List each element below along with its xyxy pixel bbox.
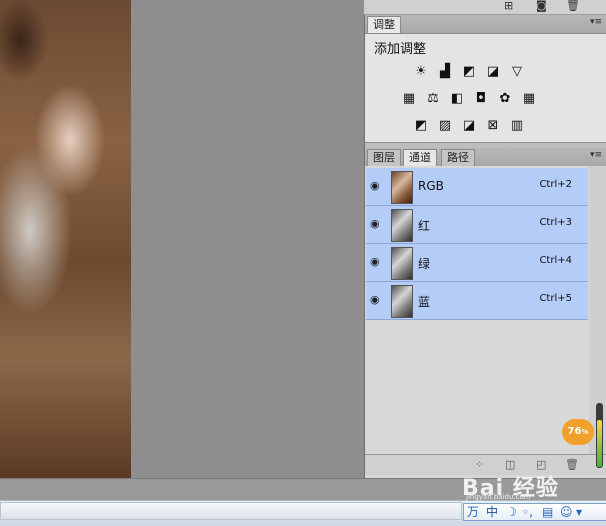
channel-mixer-icon[interactable]: ✿ — [497, 92, 513, 106]
panel-menu-icon[interactable]: ▾≡ — [590, 150, 602, 160]
channel-thumbnail — [391, 171, 413, 204]
tab-adjustments[interactable]: 调整 — [367, 16, 401, 33]
ime-toolbar: 万 中 ☽ ◦, ▤ ☺ ▾ — [463, 503, 606, 521]
performance-badge[interactable]: 76% — [562, 419, 594, 445]
channel-row-rgb[interactable]: ◉ RGB Ctrl+2 — [366, 168, 588, 206]
channel-row-red[interactable]: ◉ 红 Ctrl+3 — [366, 206, 588, 244]
watermark-url: jingyan.baidu.com — [466, 493, 531, 501]
workspace-background — [131, 0, 366, 478]
channel-row-blue[interactable]: ◉ 蓝 Ctrl+5 — [366, 282, 588, 320]
taskbar-field — [0, 502, 462, 520]
brightness-icon[interactable]: ☀ — [413, 65, 429, 79]
layers-panel-footer-strip: ⊞ ◙ 🗑 — [364, 0, 606, 15]
channel-thumbnail — [391, 247, 413, 280]
canvas-image[interactable] — [0, 0, 131, 478]
invert-icon[interactable]: ◩ — [413, 119, 429, 133]
keyboard-icon[interactable]: ▤ — [542, 504, 553, 520]
hue-saturation-icon[interactable]: ▦ — [401, 92, 417, 106]
skin-icon[interactable]: ☺ — [560, 504, 573, 520]
trash-icon[interactable]: 🗑 — [565, 458, 579, 471]
channel-thumbnail — [391, 285, 413, 318]
channel-name: 蓝 — [418, 295, 431, 309]
channel-shortcut: Ctrl+4 — [539, 255, 572, 266]
channel-thumbnail — [391, 209, 413, 242]
moon-icon[interactable]: ☽ — [506, 504, 517, 520]
threshold-icon[interactable]: ◪ — [461, 119, 477, 133]
levels-icon[interactable]: ▟ — [437, 65, 453, 79]
trash-icon[interactable]: 🗑 — [566, 0, 580, 12]
channels-tabbar: 图层 通道 路径 ▾≡ — [365, 148, 606, 167]
selective-color-icon[interactable]: ⊠ — [485, 119, 501, 133]
eye-icon[interactable]: ◉ — [370, 218, 384, 230]
channel-shortcut: Ctrl+2 — [539, 179, 572, 190]
memory-meter-fill — [597, 420, 602, 467]
channel-name: RGB — [418, 179, 444, 193]
adjustments-tabbar: 调整 ▾≡ — [365, 15, 606, 34]
tab-channels[interactable]: 通道 — [403, 149, 437, 166]
panel-menu-icon[interactable]: ▾≡ — [590, 17, 602, 27]
channel-shortcut: Ctrl+5 — [539, 293, 572, 304]
photo-filter-icon[interactable]: ◘ — [473, 92, 489, 106]
channel-row-green[interactable]: ◉ 绿 Ctrl+4 — [366, 244, 588, 282]
eye-icon[interactable]: ◉ — [370, 256, 384, 268]
tab-layers[interactable]: 图层 — [367, 149, 401, 166]
punctuation-icon[interactable]: ◦, — [522, 504, 533, 520]
gradient-map-icon[interactable]: ▥ — [509, 119, 525, 133]
black-white-icon[interactable]: ◧ — [449, 92, 465, 106]
menu-icon[interactable]: ▾ — [576, 504, 582, 520]
channel-name: 红 — [418, 219, 431, 233]
curves-icon[interactable]: ◩ — [461, 65, 477, 79]
ime-logo-icon[interactable]: 万 — [467, 504, 479, 520]
posterize-icon[interactable]: ▨ — [437, 119, 453, 133]
color-lookup-icon[interactable]: ▦ — [521, 92, 537, 106]
adjustments-title: 添加调整 — [374, 42, 427, 57]
channel-shortcut: Ctrl+3 — [539, 217, 572, 228]
exposure-icon[interactable]: ◪ — [485, 65, 501, 79]
new-group-icon[interactable]: ⊞ — [504, 0, 513, 12]
eye-icon[interactable]: ◉ — [370, 294, 384, 306]
camera-icon[interactable]: ◙ — [536, 0, 547, 12]
eye-icon[interactable]: ◉ — [370, 180, 384, 192]
color-balance-icon[interactable]: ⚖ — [425, 92, 441, 106]
ime-mode[interactable]: 中 — [486, 504, 498, 520]
channel-name: 绿 — [418, 257, 431, 271]
vibrance-icon[interactable]: ▽ — [509, 65, 525, 79]
tab-paths[interactable]: 路径 — [441, 149, 475, 166]
